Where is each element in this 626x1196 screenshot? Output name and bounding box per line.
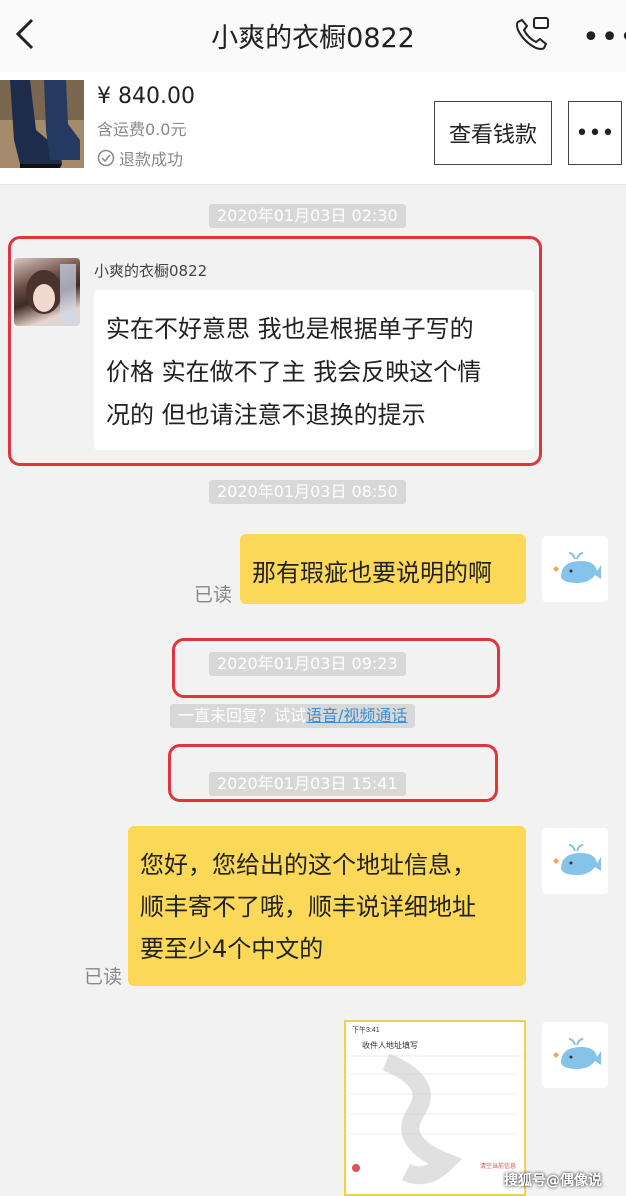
shipping-fee: 含运费0.0元 [97, 120, 187, 139]
seller-avatar[interactable] [14, 258, 80, 326]
user-avatar[interactable] [542, 828, 608, 894]
timestamp: 2020年01月03日 02:30 [209, 204, 406, 228]
product-more-button[interactable]: ••• [568, 101, 622, 165]
call-suggestion-text: 一直未回复？试试 [178, 706, 307, 725]
watermark-text: 搜狐号@偶像说 [504, 1173, 602, 1189]
read-receipt: 已读 [84, 966, 123, 988]
user-avatar[interactable] [542, 536, 608, 602]
chat-title: 小爽的衣橱0822 [211, 23, 415, 54]
call-suggestion: 一直未回复？试试语音/视频通话 [170, 704, 416, 728]
message-bubble-outgoing[interactable]: 您好，您给出的这个地址信息， 顺丰寄不了哦，顺丰说详细地址 要至少4个中文的 [128, 826, 526, 986]
message-line: 您好，您给出的这个地址信息， [140, 851, 476, 879]
thumb-bottom-link: 清空当前信息 [480, 1162, 516, 1170]
message-line: 况的 但也请注意不退换的提示 [106, 401, 426, 429]
image-message-thumbnail[interactable]: 下午3:41 收件人地址填写 清空当前信息 [344, 1020, 526, 1196]
product-boot-image[interactable] [0, 80, 84, 168]
message-line: 实在不好意思 我也是根据单子写的 [106, 315, 474, 343]
phone-video-icon[interactable] [512, 14, 552, 54]
check-circle-icon [97, 149, 115, 167]
seller-avatar-image [26, 264, 76, 320]
message-line: 要至少4个中文的 [140, 935, 324, 963]
thumb-status-time: 下午3:41 [352, 1025, 380, 1034]
product-card: ¥ 840.00 含运费0.0元 退款成功 查看钱款 ••• [0, 72, 626, 185]
message-line: 价格 实在做不了主 我会反映这个情 [106, 358, 482, 386]
timestamp: 2020年01月03日 09:23 [209, 652, 406, 676]
message-line: 顺丰寄不了哦，顺丰说详细地址 [140, 893, 476, 921]
whale-icon [553, 552, 601, 583]
timestamp: 2020年01月03日 15:41 [209, 772, 406, 796]
back-arrow-icon[interactable] [10, 14, 40, 54]
whale-icon [553, 1038, 601, 1069]
address-form-screenshot: 下午3:41 收件人地址填写 清空当前信息 [346, 1022, 524, 1194]
message-bubble-outgoing[interactable]: 那有瑕疵也要说明的啊 [240, 534, 526, 604]
message-bubble-incoming[interactable]: 实在不好意思 我也是根据单子写的 价格 实在做不了主 我会反映这个情 况的 但也… [94, 290, 534, 450]
refund-status-label: 退款成功 [119, 150, 184, 169]
product-price: ¥ 840.00 [97, 84, 195, 109]
sender-name: 小爽的衣橱0822 [94, 262, 208, 280]
read-receipt: 已读 [194, 584, 233, 606]
refund-status: 退款成功 [97, 146, 183, 170]
voice-video-call-link[interactable]: 语音/视频通话 [306, 706, 407, 725]
view-payment-button[interactable]: 查看钱款 [434, 101, 552, 165]
more-options-icon[interactable]: ••• [582, 20, 626, 55]
timestamp: 2020年01月03日 08:50 [209, 480, 406, 504]
user-avatar[interactable] [542, 1022, 608, 1088]
whale-icon [553, 844, 601, 875]
chat-header: 小爽的衣橱0822 ••• [0, 0, 626, 72]
thumb-title: 收件人地址填写 [362, 1040, 418, 1050]
